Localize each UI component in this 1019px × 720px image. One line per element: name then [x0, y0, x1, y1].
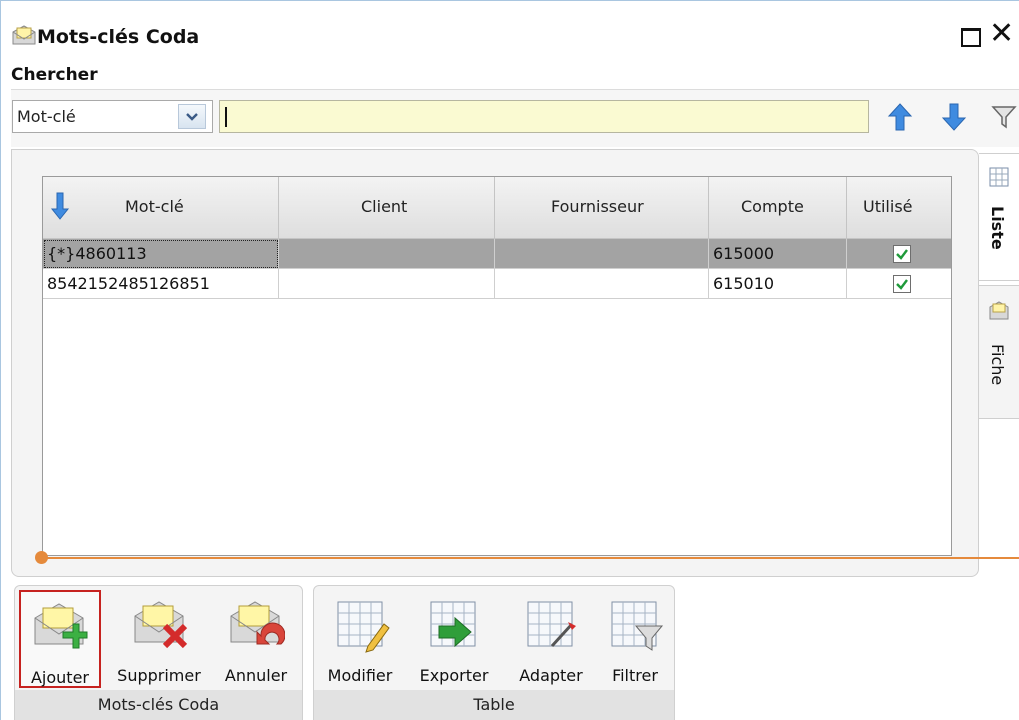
search-input[interactable] [219, 100, 869, 133]
grid-icon [989, 167, 1009, 187]
title-bar: Mots-clés Coda ✕ [1, 1, 1019, 59]
cell-compte[interactable]: 615010 [709, 269, 847, 299]
cell-fournisseur[interactable] [495, 239, 709, 269]
ribbon-group-label: Table [314, 690, 674, 720]
table-header: Mot-clé Client Fournisseur Compte Utilis… [43, 177, 951, 239]
column-header-label: Mot-clé [125, 197, 184, 216]
column-header-mot-cle[interactable]: Mot-clé [43, 177, 279, 239]
table-filter-icon [611, 601, 664, 651]
list-panel: Mot-clé Client Fournisseur Compte Utilis… [11, 149, 979, 577]
filter-icon[interactable] [991, 104, 1017, 130]
cancel-button[interactable]: Annuler [213, 590, 299, 688]
search-field-select[interactable]: Mot-clé [12, 100, 213, 133]
envelope-icon [989, 301, 1009, 320]
cell-compte[interactable]: 615000 [709, 239, 847, 269]
button-label: Adapter [519, 666, 583, 685]
search-field-value: Mot-clé [17, 107, 76, 126]
column-header-fournisseur[interactable]: Fournisseur [495, 177, 709, 239]
delete-button[interactable]: Supprimer [111, 590, 207, 688]
ribbon-group-mots-cles: Ajouter Supprimer Annuler Mots-clés Coda [14, 585, 303, 720]
used-checkbox[interactable] [893, 275, 911, 293]
splitter-handle[interactable] [35, 551, 48, 564]
check-icon [896, 279, 908, 290]
envelope-delete-icon [134, 601, 188, 649]
text-caret [225, 107, 227, 127]
column-header-label: Compte [741, 197, 804, 216]
adapt-button[interactable]: Adapter [506, 590, 596, 688]
column-header-compte[interactable]: Compte [709, 177, 847, 239]
table-row[interactable]: 8542152485126851 615010 [43, 269, 951, 299]
envelope-add-icon [34, 603, 88, 649]
table-edit-icon [337, 601, 390, 653]
column-header-client[interactable]: Client [279, 177, 495, 239]
search-label: Chercher [11, 65, 98, 85]
ribbon-group-label: Mots-clés Coda [15, 690, 302, 720]
add-button[interactable]: Ajouter [19, 590, 101, 688]
button-label: Annuler [224, 666, 288, 685]
cell-utilise [847, 269, 951, 299]
cell-text: 615000 [713, 244, 775, 263]
button-label: Supprimer [117, 666, 201, 685]
cell-mot-cle[interactable]: 8542152485126851 [43, 269, 279, 299]
ribbon-group-table: Modifier Exporter Adapter Filtrer Table [313, 585, 675, 720]
chevron-down-icon[interactable] [178, 104, 206, 129]
envelope-undo-icon [230, 601, 285, 645]
cell-text: {*}4860113 [47, 244, 147, 263]
check-icon [896, 249, 908, 260]
arrow-down-icon[interactable] [941, 102, 967, 132]
column-header-utilise[interactable]: Utilisé [847, 177, 951, 239]
table-adapt-icon [527, 601, 576, 648]
button-label: Exporter [419, 666, 489, 685]
used-checkbox[interactable] [893, 245, 911, 263]
ribbon: Ajouter Supprimer Annuler Mots-clés Coda… [1, 579, 1019, 720]
splitter-line[interactable] [41, 557, 1019, 559]
cell-text: 8542152485126851 [47, 274, 210, 293]
search-bar: Mot-clé [11, 89, 1019, 147]
tab-label: Fiche [988, 344, 1007, 386]
modify-button[interactable]: Modifier [318, 590, 402, 688]
sort-down-icon[interactable] [49, 191, 71, 221]
cell-client[interactable] [279, 239, 495, 269]
column-header-label: Utilisé [863, 197, 913, 216]
button-label: Modifier [327, 666, 393, 685]
cell-text: 615010 [713, 274, 775, 293]
cell-mot-cle[interactable]: {*}4860113 [43, 239, 279, 269]
button-label: Ajouter [30, 668, 89, 687]
tab-liste[interactable]: Liste [979, 153, 1019, 281]
tab-label: Liste [988, 206, 1007, 250]
export-button[interactable]: Exporter [408, 590, 500, 688]
button-label: Filtrer [612, 666, 658, 685]
cell-fournisseur[interactable] [495, 269, 709, 299]
close-button[interactable]: ✕ [989, 19, 1014, 49]
window-title: Mots-clés Coda [37, 26, 200, 48]
envelope-icon [12, 25, 36, 45]
cell-utilise [847, 239, 951, 269]
filter-button[interactable]: Filtrer [600, 590, 670, 688]
table-export-icon [430, 601, 476, 648]
keywords-table: Mot-clé Client Fournisseur Compte Utilis… [42, 176, 952, 556]
cell-client[interactable] [279, 269, 495, 299]
window: Mots-clés Coda ✕ Chercher Mot-clé Mot-cl… [0, 0, 1019, 720]
arrow-up-icon[interactable] [887, 102, 913, 132]
table-row[interactable]: {*}4860113 615000 [43, 239, 951, 269]
tab-fiche[interactable]: Fiche [979, 285, 1019, 419]
column-header-label: Fournisseur [551, 197, 644, 216]
maximize-button[interactable] [961, 28, 981, 47]
column-header-label: Client [361, 197, 408, 216]
